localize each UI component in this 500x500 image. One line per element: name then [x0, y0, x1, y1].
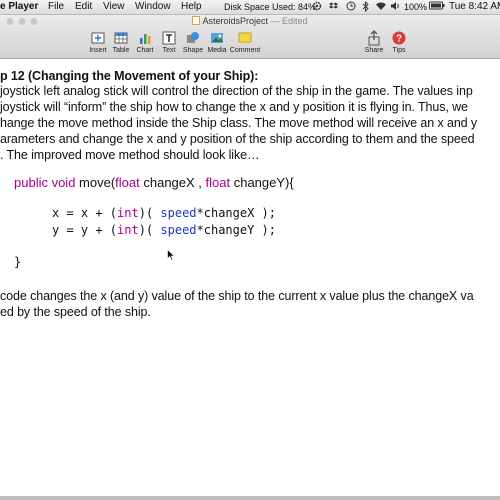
code-text: )( — [138, 206, 161, 220]
mouse-cursor-icon — [167, 248, 175, 266]
window-bottom-edge — [0, 496, 500, 500]
window-title: AsteroidsProject — Edited — [0, 16, 500, 26]
code-keyword: float — [115, 175, 140, 190]
wifi-icon[interactable] — [375, 1, 387, 14]
document-canvas[interactable]: p 12 (Changing the Movement of your Ship… — [0, 59, 500, 500]
menu-bar: e Player File Edit View Window Help Disk… — [0, 0, 500, 15]
code-field: speed — [160, 206, 197, 220]
tips-button[interactable]: ? Tips — [381, 30, 417, 54]
code-keyword: int — [117, 206, 139, 220]
code-text: changeX , — [139, 175, 206, 190]
menu-edit[interactable]: Edit — [75, 1, 92, 12]
gear-icon[interactable] — [312, 1, 322, 14]
app-menu[interactable]: e Player — [0, 1, 38, 12]
menu-window[interactable]: Window — [135, 1, 171, 12]
code-field: speed — [160, 223, 197, 237]
code-text: *changeY ); — [196, 223, 277, 237]
help-icon: ? — [381, 30, 417, 46]
comment-label: Comment — [229, 47, 261, 54]
paragraph-line: joystick will “inform” the ship how to c… — [0, 100, 468, 114]
section-heading: p 12 (Changing the Movement of your Ship… — [0, 69, 259, 83]
code-keyword: public void — [14, 175, 76, 190]
battery-percent: 100% — [404, 2, 428, 12]
bluetooth-icon[interactable] — [362, 0, 370, 15]
paragraph-line: code changes the x (and y) value of the … — [0, 289, 474, 303]
disk-usage-status: Disk Space Used: 84% — [224, 2, 317, 12]
document-icon — [192, 16, 202, 26]
comment-button[interactable]: Comment — [225, 30, 265, 54]
paragraph-line: arameters and change the x and y positio… — [0, 132, 475, 146]
battery-icon[interactable] — [429, 1, 445, 13]
document-status: — Edited — [270, 16, 308, 26]
code-closing-brace: } — [14, 255, 22, 269]
code-text: x = x + ( — [52, 206, 118, 220]
window-controls[interactable] — [6, 17, 40, 28]
paragraph-line: joystick left analog stick will control … — [0, 84, 473, 98]
paragraph-line: ed by the speed of the ship. — [0, 305, 151, 319]
clock[interactable]: Tue 8:42 AM — [449, 1, 500, 12]
document-name: AsteroidsProject — [202, 16, 268, 26]
clock-history-icon[interactable] — [346, 1, 356, 14]
dropbox-icon[interactable] — [328, 1, 339, 14]
code-keyword: int — [117, 223, 139, 237]
menu-file[interactable]: File — [48, 1, 64, 12]
code-line-y: y = y + (int)( speed*changeY ); — [52, 223, 276, 237]
code-text: )( — [138, 223, 161, 237]
menu-view[interactable]: View — [103, 1, 125, 12]
paragraph-line: hange the move method inside the Ship cl… — [0, 116, 478, 130]
code-line-x: x = x + (int)( speed*changeX ); — [52, 206, 276, 220]
media-label: Media — [207, 47, 227, 54]
svg-text:?: ? — [396, 34, 402, 45]
code-text: *changeX ); — [196, 206, 277, 220]
text-label: Text — [162, 47, 176, 54]
comment-icon — [225, 30, 265, 46]
code-method-signature: public void move(float changeX , float c… — [14, 175, 294, 190]
code-keyword: float — [205, 175, 231, 190]
code-text: move( — [75, 175, 116, 190]
document-toolbar: AsteroidsProject — Edited Insert Table C… — [0, 15, 500, 59]
code-text: y = y + ( — [52, 223, 118, 237]
menu-help[interactable]: Help — [181, 1, 202, 12]
paragraph-line: . The improved move method should look l… — [0, 148, 260, 162]
code-text: changeY){ — [230, 175, 294, 190]
tips-label: Tips — [392, 47, 406, 54]
volume-icon[interactable] — [390, 1, 401, 14]
